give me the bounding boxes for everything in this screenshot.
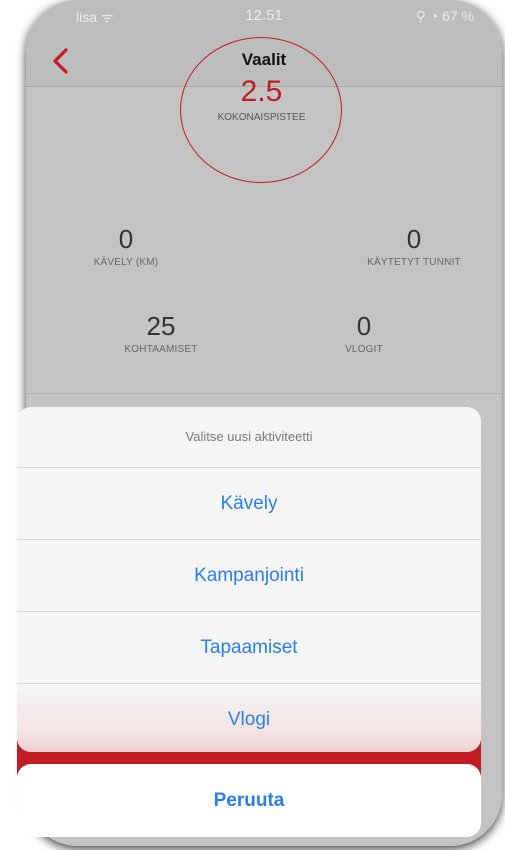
stat-label: VLOGIT — [345, 344, 383, 355]
stat-label: KOHTAAMISET — [124, 344, 198, 355]
stat-value: 0 — [118, 224, 134, 254]
action-sheet: Valitse uusi aktiviteetti Kävely Kampanj… — [17, 407, 481, 752]
score-circle — [180, 37, 342, 183]
stat-value: 25 — [146, 311, 176, 341]
total-score-label: KOKONAISPISTEE — [217, 112, 306, 123]
stat-value: 0 — [406, 224, 422, 254]
battery-status: ⚲ ◔ 67 % — [415, 8, 474, 24]
option-campaigning[interactable]: Kampanjointi — [17, 540, 481, 612]
stat-label: KÄYTETYT TUNNIT — [367, 257, 461, 268]
stat-hours-used: 0 KÄYTETYT TUNNIT — [344, 224, 484, 268]
option-meetings[interactable]: Tapaamiset — [17, 612, 481, 684]
cancel-button[interactable]: Peruuta — [17, 764, 481, 837]
stat-label: KÄVELY (KM) — [93, 257, 159, 268]
divider — [26, 393, 502, 394]
action-sheet-title: Valitse uusi aktiviteetti — [17, 407, 481, 468]
stat-value: 0 — [356, 311, 372, 341]
status-bar: lisa ᯤ 12.51 ⚲ ◔ 67 % — [26, 0, 502, 34]
total-score-value: 2.5 — [240, 75, 283, 108]
stat-vlogs: 0 VLOGIT — [314, 311, 414, 355]
stat-encounters: 25 KOHTAAMISET — [106, 311, 216, 355]
option-vlog[interactable]: Vlogi — [17, 684, 481, 752]
stat-walking: 0 KÄVELY (KM) — [71, 224, 181, 268]
option-walking[interactable]: Kävely — [17, 468, 481, 540]
